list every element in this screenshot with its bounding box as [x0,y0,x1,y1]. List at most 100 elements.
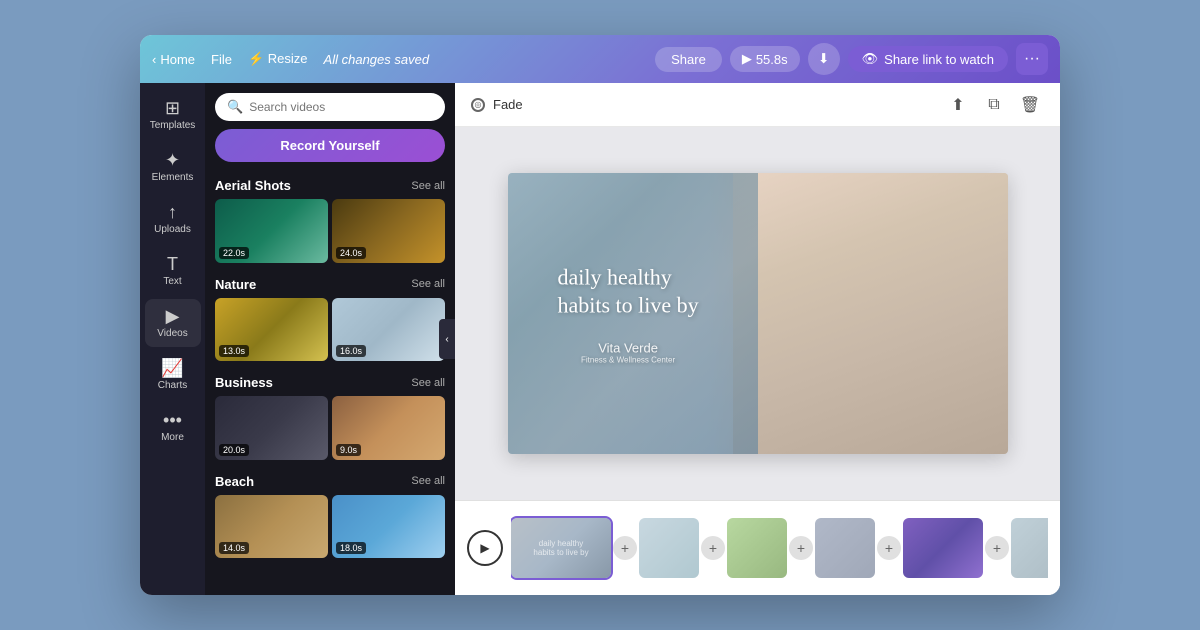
text-icon: T [167,255,178,273]
duration-label: 55.8s [756,52,788,67]
top-bar-menu: File ⚡ Resize All changes saved [211,51,429,67]
sidebar-item-text[interactable]: T Text [145,247,201,295]
share-button[interactable]: Share [655,47,722,72]
more-options-button[interactable]: ··· [1016,43,1048,75]
aerial-section-header: Aerial Shots See all [205,174,455,199]
duplicate-button[interactable]: ⧉ [980,91,1008,119]
transition-label: Fade [493,97,523,112]
collapse-panel-button[interactable]: ‹ [439,319,455,359]
sidebar-item-more[interactable]: ••• More [145,403,201,451]
slide-brand-tagline: Fitness & Wellness Center [558,355,699,364]
play-icon: ▶ [742,51,752,67]
sidebar-item-uploads[interactable]: ↑ Uploads [145,195,201,243]
timeline-clip-2[interactable] [639,518,699,578]
uploads-label: Uploads [154,224,191,235]
elements-icon: ✦ [165,151,180,169]
resize-menu[interactable]: ⚡ Resize [248,51,308,67]
aerial-see-all[interactable]: See all [411,180,445,192]
home-label: Home [160,52,195,67]
nature-see-all[interactable]: See all [411,278,445,290]
app-window: ‹ Home File ⚡ Resize All changes saved S… [140,35,1060,595]
home-button[interactable]: ‹ Home [152,52,195,67]
top-bar-right: Share ▶ 55.8s ⬇ 👁 Share link to watch ··… [655,43,1048,75]
eye-icon: 👁 [862,51,879,67]
toolbar-left: ◎ Fade [471,97,523,112]
nature-clip-2[interactable]: 16.0s [332,298,445,362]
timeline-clip-1[interactable]: daily healthyhabits to live by [511,518,611,578]
timeline-clip-4[interactable] [815,518,875,578]
top-bar: ‹ Home File ⚡ Resize All changes saved S… [140,35,1060,83]
aerial-clip-1[interactable]: 22.0s [215,199,328,263]
beach-clip-2-duration: 18.0s [336,542,366,554]
share-toolbar-button[interactable]: ⬆ [944,91,972,119]
videos-label: Videos [157,328,187,339]
sidebar-item-charts[interactable]: 📈 Charts [145,351,201,399]
top-bar-left: ‹ Home File ⚡ Resize All changes saved [152,51,647,67]
canvas-main: daily healthy habits to live by Vita Ver… [455,127,1060,500]
slide-main-text-line1: daily healthy habits to live by [558,263,699,320]
timeline-play-button[interactable]: ▶ [467,530,503,566]
aerial-grid: 22.0s 24.0s [205,199,455,273]
timeline-add-3[interactable]: + [789,536,813,560]
beach-title: Beach [215,474,254,489]
play-icon: ▶ [480,541,489,555]
record-yourself-button[interactable]: Record Yourself [215,129,445,162]
business-clip-2-duration: 9.0s [336,444,361,456]
slide-brand: Vita Verde Fitness & Wellness Center [558,340,699,364]
sidebar-item-templates[interactable]: ⊞ Templates [145,91,201,139]
search-area: 🔍 [205,83,455,129]
beach-clip-1[interactable]: 14.0s [215,495,328,559]
timeline-add-1[interactable]: + [613,536,637,560]
download-button[interactable]: ⬇ [808,43,840,75]
file-menu[interactable]: File [211,52,232,67]
aerial-clip-2[interactable]: 24.0s [332,199,445,263]
more-label: More [161,432,184,443]
charts-label: Charts [158,380,187,391]
share-watch-button[interactable]: 👁 Share link to watch [848,46,1008,72]
timeline-add-5[interactable]: + [985,536,1009,560]
timeline-area: ▶ daily healthyhabits to live by + + [455,500,1060,595]
nature-clip-1-duration: 13.0s [219,345,249,357]
sidebar-item-videos[interactable]: ▶ Videos [145,299,201,347]
play-time-button[interactable]: ▶ 55.8s [730,46,800,72]
timeline-add-2[interactable]: + [701,536,725,560]
business-clip-2[interactable]: 9.0s [332,396,445,460]
timeline-add-4[interactable]: + [877,536,901,560]
timeline-clip-5[interactable] [903,518,983,578]
business-see-all[interactable]: See all [411,377,445,389]
beach-clip-2[interactable]: 18.0s [332,495,445,559]
sidebar: ⊞ Templates ✦ Elements ↑ Uploads T Text … [140,83,205,595]
saved-status: All changes saved [324,52,430,67]
nature-clip-1[interactable]: 13.0s [215,298,328,362]
slide-text-area: daily healthy habits to live by Vita Ver… [558,263,699,364]
search-box[interactable]: 🔍 [215,93,445,121]
videos-panel: 🔍 Record Yourself Aerial Shots See all 2… [205,83,455,595]
videos-icon: ▶ [166,307,180,325]
beach-see-all[interactable]: See all [411,475,445,487]
sidebar-item-elements[interactable]: ✦ Elements [145,143,201,191]
slide-brand-name: Vita Verde [558,340,699,355]
business-title: Business [215,375,273,390]
business-clip-1[interactable]: 20.0s [215,396,328,460]
beach-clip-1-duration: 14.0s [219,542,249,554]
delete-button[interactable]: 🗑 [1016,91,1044,119]
toolbar-right: ⬆ ⧉ 🗑 [944,91,1044,119]
elements-label: Elements [152,172,194,183]
beach-grid: 14.0s 18.0s [205,495,455,569]
business-section-header: Business See all [205,371,455,396]
text-label: Text [163,276,181,287]
aerial-title: Aerial Shots [215,178,291,193]
download-icon: ⬇ [818,51,829,67]
beach-section-header: Beach See all [205,470,455,495]
search-input[interactable] [249,100,433,114]
transition-indicator: ◎ [471,98,485,112]
resize-icon: ⚡ [248,51,264,66]
charts-icon: 📈 [161,359,183,377]
more-icon: ••• [163,411,182,429]
nature-section-header: Nature See all [205,273,455,298]
timeline-clips: daily healthyhabits to live by + + + [511,513,1048,583]
aerial-clip-1-duration: 22.0s [219,247,249,259]
timeline-clip-3[interactable] [727,518,787,578]
timeline-clip-6[interactable] [1011,518,1048,578]
canvas-slide: daily healthy habits to live by Vita Ver… [508,173,1008,454]
